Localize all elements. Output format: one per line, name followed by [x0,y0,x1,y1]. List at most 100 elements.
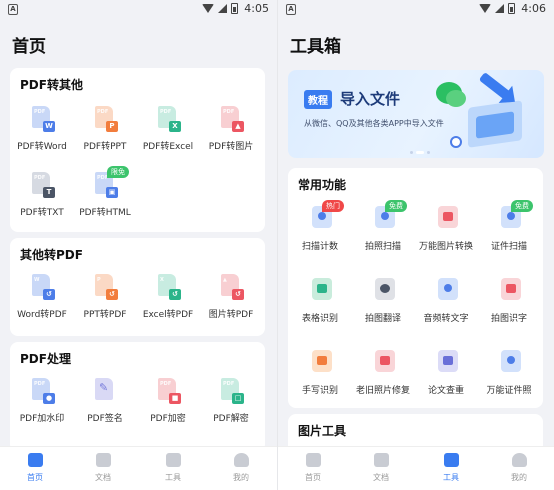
tool-label: 表格识别 [301,314,338,324]
folder-icon [95,453,111,467]
tool-pdf-watermark[interactable]: PDF ● PDF加水印 [11,378,73,424]
tool-photo-ocr[interactable]: 拍图识字 [478,278,540,324]
tool-table-recognize[interactable]: 表格识别 [289,278,351,324]
thesis-check-icon [438,350,458,372]
excel-to-pdf-icon: X ↺ [158,274,181,300]
ppt-to-pdf-icon: P ↺ [95,274,118,300]
banner-subtitle: 从微信、QQ及其他各类APP中导入文件 [304,119,444,128]
section-pdf-to-other: PDF转其他 PDF W PDF转Word PDF P PDF转PPT PDF X P… [10,68,265,232]
tab-tools[interactable]: 工具 [148,453,198,483]
home-icon [305,453,321,467]
tool-pdf-to-excel[interactable]: PDF X PDF转Excel [137,106,199,152]
lock-icon: PDF ■ [158,378,181,404]
banner-headline: 导入文件 [340,90,401,108]
qq-icon [450,136,462,148]
page-title: 工具箱 [290,37,341,57]
image-convert-icon [438,206,458,228]
tool-handwriting[interactable]: 手写识别 [289,350,351,396]
user-icon [511,453,527,467]
tool-audio-to-text[interactable]: 音频转文字 [415,278,477,324]
tab-profile[interactable]: 我的 [216,453,266,483]
tool-label: 论文查重 [427,386,464,396]
tool-word-to-pdf[interactable]: W ↺ Word转PDF [11,274,73,320]
toolbox-icon [165,453,181,467]
tool-pdf-encrypt[interactable]: PDF ■ PDF加密 [137,378,199,424]
tool-id-scan[interactable]: 免费 证件扫描 [478,200,540,252]
tool-photo-scan[interactable]: 免费 拍照扫描 [352,200,414,252]
user-icon [233,453,249,467]
tool-excel-to-pdf[interactable]: X ↺ Excel转PDF [137,274,199,320]
tab-home[interactable]: 首页 [10,453,60,483]
image-to-pdf-icon: ▲ ↺ [221,274,244,300]
pdf-to-txt-icon: PDF T [32,172,55,198]
tab-tools[interactable]: 工具 [426,453,476,483]
tool-thesis-check[interactable]: 论文查重 [415,350,477,396]
tool-ppt-to-pdf[interactable]: P ↺ PPT转PDF [74,274,136,320]
wifi-icon [479,4,492,13]
tool-pdf-decrypt[interactable]: PDF □ PDF解密 [200,378,262,424]
section-title: 常用功能 [298,178,347,192]
tool-photo-repair[interactable]: 老旧照片修复 [352,350,414,396]
camera-translate-icon [375,278,395,300]
import-files-banner[interactable]: 教程 导入文件 从微信、QQ及其他各类APP中导入文件 [288,70,544,158]
tool-pdf-to-txt[interactable]: PDF T PDF转TXT [11,172,73,218]
section-title: 图片工具 [298,424,347,438]
table-recognize-icon [312,278,332,300]
tab-home[interactable]: 首页 [288,453,338,483]
watermark-icon: PDF ● [32,378,55,404]
tool-pdf-sign[interactable]: ✎ PDF签名 [74,378,136,424]
signature-icon: ✎ [95,378,113,400]
toolbox-icon [443,453,459,467]
tool-label: PDF签名 [87,414,123,424]
tool-pdf-to-html[interactable]: PDF ▣ 限免 PDF转HTML [74,166,136,218]
status-time: 4:06 [521,2,546,15]
status-bar: A 4:06 [278,0,554,20]
pdf-to-ppt-icon: PDF P [95,106,118,132]
limited-free-badge: 限免 [107,166,129,178]
bottom-tab-bar: 首页 文档 工具 我的 [278,446,554,490]
wifi-icon [202,4,215,13]
free-badge: 免费 [511,200,533,212]
tool-label: 证件扫描 [490,242,527,252]
section-common-tools: 常用功能 热门 扫描计数 免费 拍照扫描 万能图片转换 免费 证件扫描 表格识别 [288,168,543,408]
page-title: 首页 [12,37,46,57]
word-to-pdf-icon: W ↺ [32,274,55,300]
section-title: PDF处理 [20,352,71,366]
tool-label: PDF转Word [17,142,67,152]
tool-label: 拍图翻译 [364,314,401,324]
tab-documents[interactable]: 文档 [356,453,406,483]
tool-image-to-pdf[interactable]: ▲ ↺ 图片转PDF [200,274,262,320]
tool-pdf-to-word[interactable]: PDF W PDF转Word [11,106,73,152]
carousel-dots [410,151,430,154]
pdf-to-excel-icon: PDF X [158,106,181,132]
pdf-to-word-icon: PDF W [32,106,55,132]
tool-label: PDF转图片 [208,142,254,152]
tool-label: 拍图识字 [490,314,527,324]
tool-scan-count[interactable]: 热门 扫描计数 [289,200,351,252]
notification-icon: A [286,4,296,15]
tutorial-chip: 教程 [304,90,332,109]
battery-icon [508,3,516,14]
home-icon [27,453,43,467]
tool-label: 万能图片转换 [418,242,473,252]
tab-documents[interactable]: 文档 [78,453,128,483]
tool-label: Excel转PDF [142,310,194,320]
tool-label: 图片转PDF [208,310,254,320]
photo-repair-icon [375,350,395,372]
tool-pdf-to-ppt[interactable]: PDF P PDF转PPT [74,106,136,152]
import-arrow-icon [478,71,514,103]
tool-label: PPT转PDF [83,310,127,320]
tab-profile[interactable]: 我的 [494,453,544,483]
id-photo-icon [501,350,521,372]
audio-to-text-icon [438,278,458,300]
tool-label: Word转PDF [17,310,67,320]
tool-id-photo[interactable]: 万能证件照 [478,350,540,396]
file-box-icon [468,100,522,148]
photo-ocr-icon [501,278,521,300]
bottom-tab-bar: 首页 文档 工具 我的 [0,446,277,490]
wechat-icon [436,82,466,107]
tool-image-convert[interactable]: 万能图片转换 [415,206,477,252]
tool-pdf-to-image[interactable]: PDF ▲ PDF转图片 [200,106,262,152]
section-title: PDF转其他 [20,78,83,92]
tool-camera-translate[interactable]: 拍图翻译 [352,278,414,324]
